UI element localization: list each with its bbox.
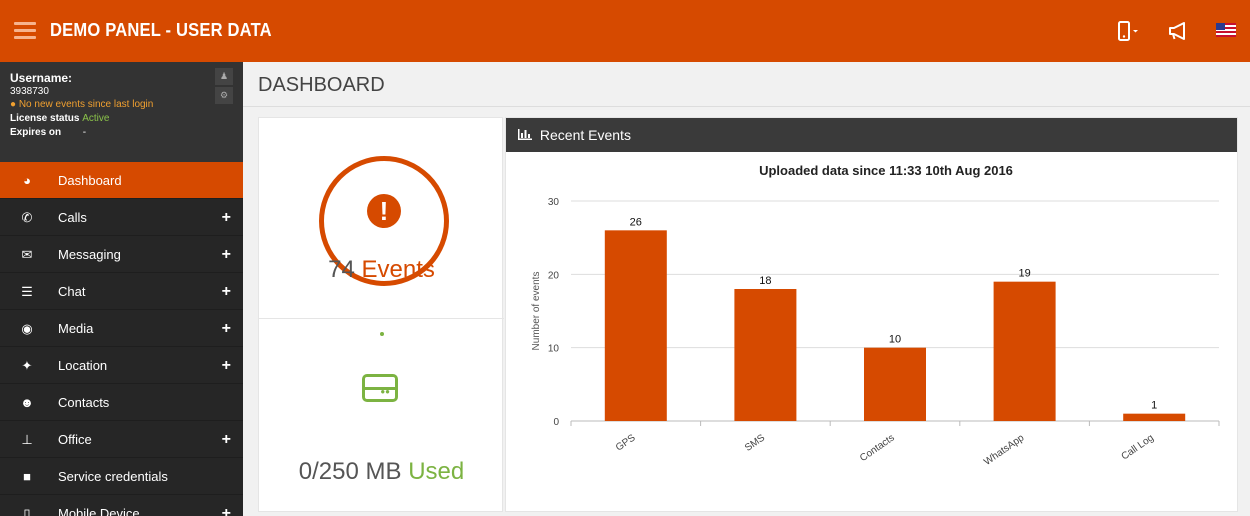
bar-value-label: 26 bbox=[630, 216, 642, 228]
sidebar-item-dashboard[interactable]: ◕ Dashboard bbox=[0, 162, 243, 199]
exclamation-icon: ! bbox=[367, 194, 401, 228]
storage-label: Used bbox=[408, 458, 465, 485]
y-tick-label: 10 bbox=[548, 344, 560, 355]
bar bbox=[864, 347, 926, 421]
expand-plus-icon[interactable]: + bbox=[222, 273, 231, 310]
bar-chart-icon bbox=[518, 118, 532, 152]
page-title: DASHBOARD bbox=[258, 74, 385, 96]
recent-events-panel: Recent Events Uploaded data since 11:33 … bbox=[505, 117, 1238, 512]
username-value: 3938730 bbox=[10, 86, 49, 97]
expires-value: - bbox=[82, 127, 87, 138]
sidebar-item-service-credentials[interactable]: ■ Service credentials bbox=[0, 458, 243, 495]
us-flag-icon[interactable] bbox=[1216, 23, 1236, 42]
license-status-value: Active bbox=[82, 113, 110, 124]
panel-header: Recent Events bbox=[506, 118, 1237, 152]
sidebar-item-mobile-device[interactable]: ▯ Mobile Device + bbox=[0, 495, 243, 516]
x-tick-label: SMS bbox=[743, 432, 767, 454]
chart-y-axis-label: Number of events bbox=[531, 272, 542, 351]
expand-plus-icon[interactable]: + bbox=[222, 236, 231, 273]
sidebar-item-label: Media bbox=[58, 321, 94, 336]
recent-events-chart: Uploaded data since 11:33 10th Aug 2016 … bbox=[531, 163, 1220, 468]
x-tick-label: Contacts bbox=[858, 432, 897, 464]
users-icon: ☻ bbox=[20, 395, 34, 410]
pin-icon: ⊥ bbox=[21, 432, 33, 447]
login-notice: ● No new events since last login bbox=[10, 99, 233, 110]
sidebar-item-office[interactable]: ⊥ Office + bbox=[0, 421, 243, 458]
crosshair-icon: ✦ bbox=[21, 358, 33, 373]
sidebar-item-contacts[interactable]: ☻ Contacts bbox=[0, 384, 243, 421]
expand-plus-icon[interactable]: + bbox=[222, 421, 231, 458]
sidebar-item-label: Mobile Device bbox=[58, 506, 140, 516]
bar-value-label: 19 bbox=[1018, 268, 1030, 280]
sidebar-item-label: Chat bbox=[58, 284, 86, 299]
settings-gears-icon[interactable]: ⚙ bbox=[215, 87, 233, 104]
hard-drive-icon: ●● bbox=[362, 374, 398, 402]
chart-title: Uploaded data since 11:33 10th Aug 2016 bbox=[759, 163, 1013, 178]
expand-plus-icon[interactable]: + bbox=[222, 347, 231, 384]
sidebar-item-label: Location bbox=[58, 358, 108, 373]
menu-icon[interactable] bbox=[14, 22, 36, 40]
sidebar-item-label: Service credentials bbox=[58, 469, 168, 484]
license-status-label: License status bbox=[10, 113, 80, 124]
brand-title: DEMO PANEL - USER DATA bbox=[50, 20, 272, 40]
storage-summary: 0/250 MB Used bbox=[259, 458, 504, 486]
events-summary: 74 Events bbox=[259, 256, 504, 284]
envelope-icon: ✉ bbox=[21, 247, 33, 262]
summary-divider bbox=[259, 318, 504, 319]
y-tick-label: 20 bbox=[548, 270, 560, 281]
bar bbox=[993, 281, 1056, 421]
bar-value-label: 18 bbox=[759, 275, 771, 287]
sidebar: Username: 3938730 ● No new events since … bbox=[0, 62, 243, 516]
events-label: Events bbox=[361, 256, 435, 283]
summary-panel: ! 74 Events ●● 0/250 MB Used bbox=[258, 117, 504, 512]
y-tick-label: 0 bbox=[553, 417, 559, 428]
x-tick-label: GPS bbox=[614, 432, 638, 453]
login-notice-text: No new events since last login bbox=[18, 99, 154, 110]
user-actions: ♟ ⚙ bbox=[215, 68, 233, 106]
sidebar-item-calls[interactable]: ✆ Calls + bbox=[0, 199, 243, 236]
mobile-device-icon[interactable] bbox=[1118, 21, 1140, 46]
bar bbox=[604, 230, 667, 421]
expand-plus-icon[interactable]: + bbox=[222, 310, 231, 347]
storage-value: 0/250 MB bbox=[298, 458, 402, 485]
chart-bars: 26 GPS 18 SMS 10 Contacts 19 WhatsApp 1 Call Log bbox=[604, 216, 1186, 468]
panel-title: Recent Events bbox=[539, 127, 631, 143]
top-bar: DEMO PANEL - USER DATA bbox=[0, 0, 1250, 62]
camera-icon: ◉ bbox=[21, 321, 33, 336]
sidebar-item-media[interactable]: ◉ Media + bbox=[0, 310, 243, 347]
sidebar-item-label: Contacts bbox=[58, 395, 110, 410]
phone-icon: ✆ bbox=[21, 210, 33, 225]
expand-plus-icon[interactable]: + bbox=[222, 495, 231, 516]
bar bbox=[1123, 413, 1186, 421]
list-icon: ☰ bbox=[21, 284, 33, 299]
y-tick-label: 30 bbox=[548, 197, 560, 208]
x-tick-label: Call Log bbox=[1120, 432, 1156, 462]
sidebar-item-label: Office bbox=[58, 432, 92, 447]
sidebar-item-location[interactable]: ✦ Location + bbox=[0, 347, 243, 384]
user-info-box: Username: 3938730 ● No new events since … bbox=[0, 62, 243, 162]
status-dot bbox=[380, 332, 384, 336]
sidebar-item-messaging[interactable]: ✉ Messaging + bbox=[0, 236, 243, 273]
expires-row: Expires on - bbox=[10, 127, 233, 138]
bar bbox=[734, 289, 797, 421]
sidebar-item-label: Calls bbox=[58, 210, 87, 225]
lock-icon: ■ bbox=[23, 469, 31, 484]
sidebar-item-label: Messaging bbox=[58, 247, 121, 262]
x-tick-label: WhatsApp bbox=[982, 432, 1026, 468]
sidebar-item-label: Dashboard bbox=[58, 173, 122, 188]
bar-value-label: 1 bbox=[1151, 400, 1157, 412]
info-icon: ● bbox=[10, 99, 17, 110]
megaphone-icon[interactable] bbox=[1168, 21, 1188, 46]
username-label: Username: bbox=[10, 71, 73, 85]
title-divider bbox=[243, 106, 1250, 107]
dashboard-icon: ◕ bbox=[23, 173, 31, 188]
expires-label: Expires on bbox=[10, 127, 62, 138]
bar-value-label: 10 bbox=[889, 334, 901, 346]
sidebar-item-chat[interactable]: ☰ Chat + bbox=[0, 273, 243, 310]
user-profile-icon[interactable]: ♟ bbox=[215, 68, 233, 85]
mobile-icon: ▯ bbox=[23, 506, 31, 516]
license-status-row: License status Active bbox=[10, 113, 233, 124]
events-count: 74 bbox=[328, 256, 355, 283]
expand-plus-icon[interactable]: + bbox=[222, 199, 231, 236]
